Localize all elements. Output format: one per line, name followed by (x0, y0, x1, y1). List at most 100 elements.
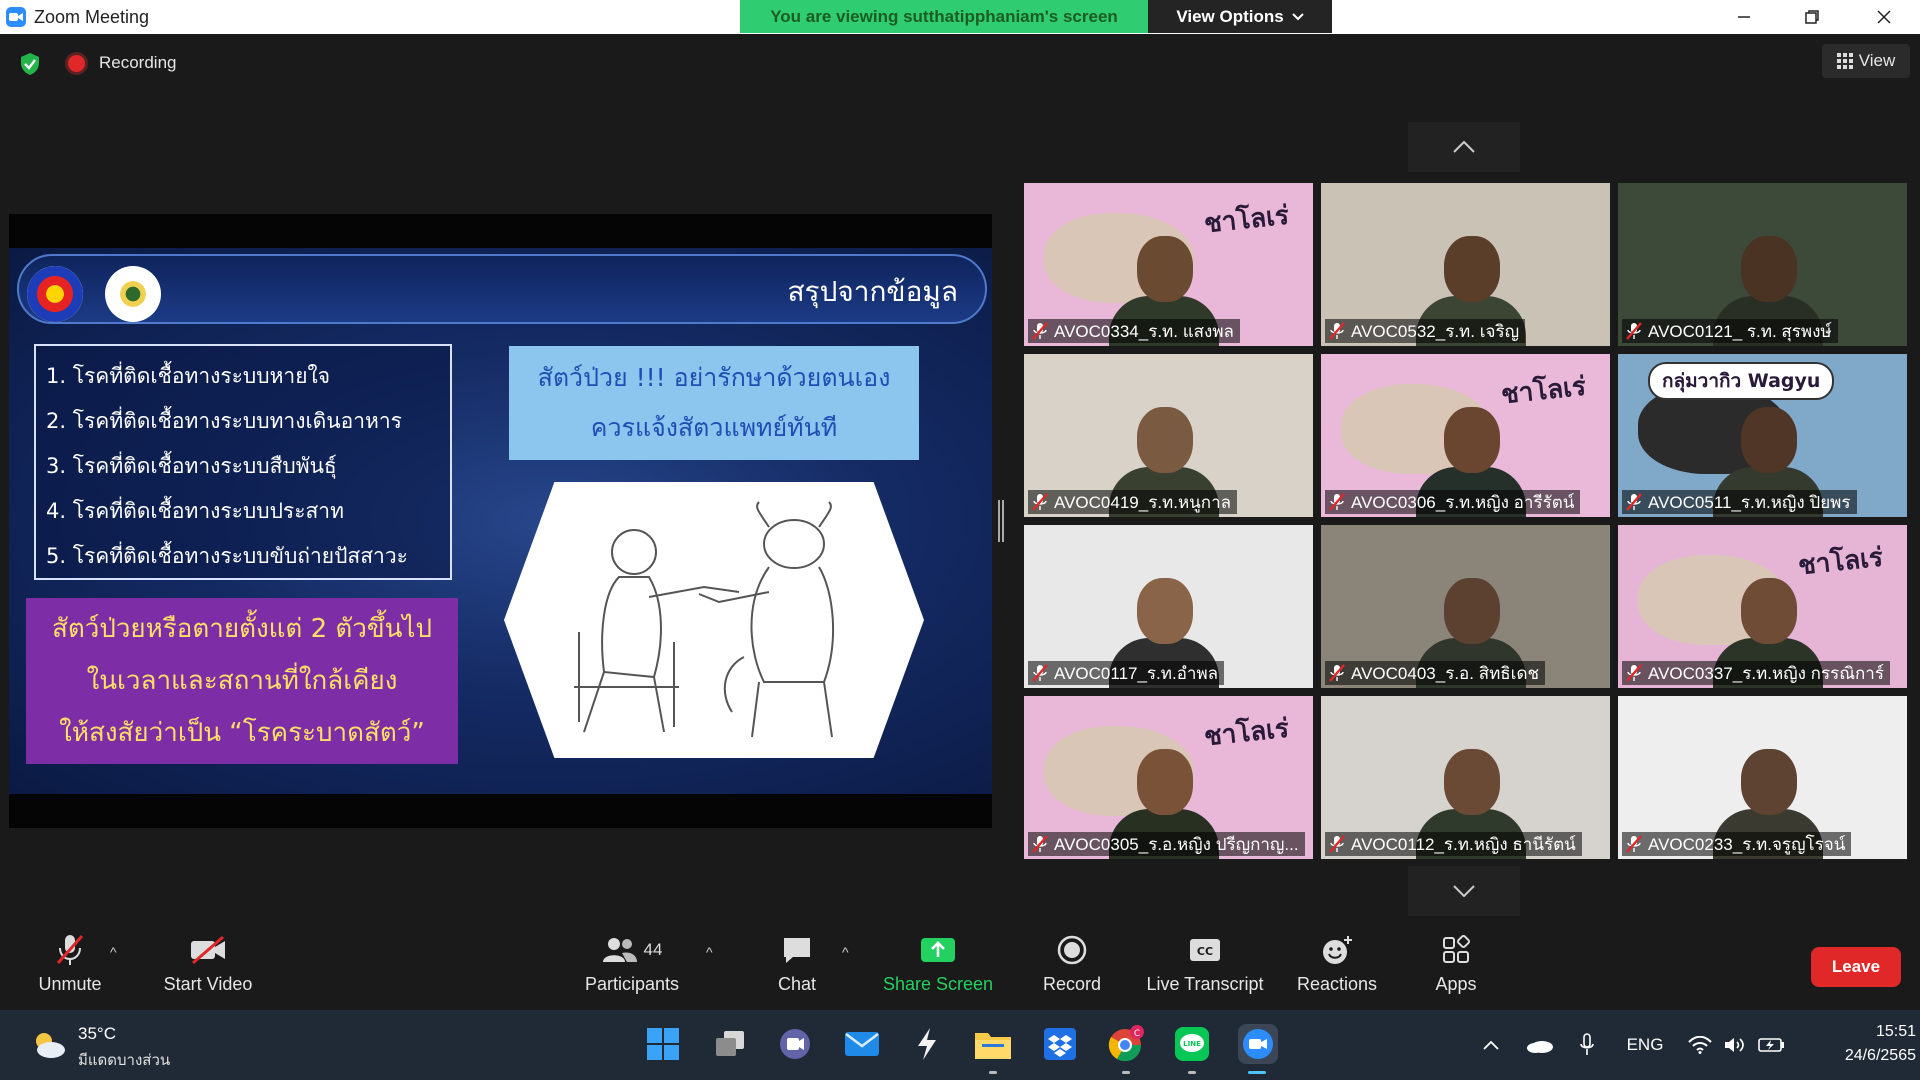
participant-video-tile[interactable]: AVOC0121_ ร.ท. สุรพงษ์ (1618, 183, 1907, 346)
gallery-scroll-down-button[interactable] (1408, 866, 1520, 916)
microphone-in-use-icon[interactable] (1576, 1030, 1598, 1060)
participant-video-tile[interactable]: AVOC0233_ร.ท.จรูญโรจน์ (1618, 696, 1907, 859)
show-hidden-icons-button[interactable] (1478, 1030, 1504, 1060)
participant-name-label: AVOC0337_ร.ท.หญิง กรรณิการ์ (1622, 661, 1890, 685)
warning-line: ในเวลาและสถานที่ใกล้เคียง (86, 666, 398, 696)
participant-name-label: AVOC0419_ร.ท.หนูกาล (1028, 490, 1238, 514)
participant-video-tile[interactable]: ชาโลเร่ AVOC0306_ร.ท.หญิง อารีรัตน์ (1321, 354, 1610, 517)
participants-options-caret-icon[interactable]: ^ (706, 944, 713, 960)
participant-video-tile[interactable]: AVOC0117_ร.ท.อำพล (1024, 525, 1313, 688)
muted-mic-icon (1626, 493, 1642, 511)
participants-count: 44 (643, 940, 663, 959)
teams-chat-icon[interactable] (775, 1024, 815, 1064)
participant-name: AVOC0117_ร.ท.อำพล (1054, 663, 1219, 683)
share-screen-label: Share Screen (882, 974, 994, 994)
input-language[interactable]: ENG (1620, 1030, 1670, 1060)
apps-button[interactable]: Apps (1430, 926, 1482, 1010)
start-video-button[interactable]: Start Video (156, 926, 260, 1010)
participant-video-tile[interactable]: ชาโลเร่ AVOC0334_ร.ท. แสงพล (1024, 183, 1313, 346)
list-item: 5. โรคที่ติดเชื้อทางระบบขับถ่ายปัสสาวะ (46, 544, 408, 568)
view-layout-button[interactable]: View (1822, 44, 1910, 78)
list-item: 2. โรคที่ติดเชื้อทางระบบทางเดินอาหาร (46, 409, 402, 433)
muted-mic-icon (1626, 835, 1642, 853)
record-icon (1057, 935, 1087, 965)
record-button[interactable]: Record (1036, 926, 1108, 1010)
shared-screen[interactable]: สรุปจากข้อมูล 1. โรคที่ติดเชื้อทางระบบหา… (9, 214, 992, 828)
view-options-button[interactable]: View Options (1148, 0, 1332, 33)
meeting-toolbar: Unmute ^ Start Video 44 Participants ^ C… (0, 926, 1920, 1010)
line-app-icon[interactable]: LINE (1172, 1024, 1212, 1064)
share-screen-button[interactable]: Share Screen (880, 926, 996, 1010)
running-indicator (989, 1071, 997, 1074)
participant-name: AVOC0121_ ร.ท. สุรพงษ์ (1648, 321, 1832, 341)
muted-mic-icon (1329, 493, 1345, 511)
chrome-icon[interactable]: C (1106, 1024, 1146, 1064)
virtual-background-caption: กลุ่มวากิว Wagyu (1648, 362, 1835, 400)
encryption-shield-icon[interactable] (18, 52, 42, 76)
start-menu-icon[interactable] (643, 1024, 683, 1064)
participant-name: AVOC0511_ร.ท.หญิง ปิยพร (1648, 492, 1851, 512)
audio-options-caret-icon[interactable]: ^ (110, 944, 117, 960)
list-item: 1. โรคที่ติดเชื้อทางระบบหายใจ (46, 364, 331, 388)
chat-label: Chat (777, 974, 817, 994)
clock-time[interactable]: 15:51 (1852, 1023, 1916, 1041)
gallery-scroll-up-button[interactable] (1408, 122, 1520, 172)
leave-button[interactable]: Leave (1811, 947, 1901, 987)
restore-icon (1805, 10, 1819, 24)
minimize-button[interactable] (1710, 0, 1778, 34)
participant-name-label: AVOC0305_ร.อ.หญิง ปรีญกาญ... (1028, 832, 1305, 856)
department-logo-icon (27, 266, 83, 322)
participant-video-tile[interactable]: AVOC0419_ร.ท.หนูกาล (1024, 354, 1313, 517)
clock-date[interactable]: 24/6/2565 (1796, 1047, 1916, 1065)
recording-label: Recording (99, 53, 177, 72)
muted-mic-icon (1032, 322, 1048, 340)
share-screen-icon (921, 938, 955, 962)
warning-line: ให้สงสัยว่าเป็น “โรคระบาดสัตว์” (59, 718, 425, 748)
wifi-icon[interactable] (1686, 1030, 1714, 1060)
file-explorer-icon[interactable] (973, 1024, 1013, 1064)
participant-video-tile[interactable]: กลุ่มวากิว Wagyu AVOC0511_ร.ท.หญิง ปิยพร (1618, 354, 1907, 517)
apps-label: Apps (1435, 974, 1477, 994)
close-button[interactable] (1850, 0, 1918, 34)
weather-description[interactable]: มีแดดบางส่วน (78, 1048, 170, 1072)
battery-charging-icon[interactable] (1756, 1030, 1788, 1060)
unmute-label: Unmute (38, 974, 102, 994)
running-indicator (1188, 1071, 1196, 1074)
participants-button[interactable]: 44 Participants (580, 926, 684, 1010)
participant-video-tile[interactable]: AVOC0112_ร.ท.หญิง ธานีรัตน์ (1321, 696, 1610, 859)
notice-line: สัตว์ป่วย !!! อย่ารักษาด้วยตนเอง (537, 363, 891, 392)
chat-icon (784, 938, 810, 963)
participant-name-label: AVOC0306_ร.ท.หญิง อารีรัตน์ (1325, 490, 1581, 514)
participant-video-tile[interactable]: AVOC0532_ร.ท. เจริญ (1321, 183, 1610, 346)
weather-temperature[interactable]: 35°C (78, 1024, 116, 1044)
mail-icon[interactable] (842, 1024, 882, 1064)
panel-splitter-handle[interactable] (998, 500, 1004, 542)
participant-video-tile[interactable]: ชาโลเร่ AVOC0337_ร.ท.หญิง กรรณิการ์ (1618, 525, 1907, 688)
slide-title: สรุปจากข้อมูล (787, 275, 958, 308)
warning-line: สัตว์ป่วยหรือตายตั้งแต่ 2 ตัวขึ้นไป (51, 614, 433, 644)
chat-button[interactable]: Chat (772, 926, 822, 1010)
participant-name-label: AVOC0403_ร.อ. สิทธิเดช (1325, 661, 1546, 685)
view-options-label: View Options (1176, 6, 1284, 26)
live-transcript-button[interactable]: CC Live Transcript (1140, 926, 1270, 1010)
dropbox-icon[interactable] (1040, 1024, 1080, 1064)
list-item: 3. โรคที่ติดเชื้อทางระบบสืบพันธุ์ (46, 454, 337, 478)
participant-name-label: AVOC0511_ร.ท.หญิง ปิยพร (1622, 490, 1857, 514)
restore-button[interactable] (1778, 0, 1846, 34)
partly-cloudy-icon[interactable] (30, 1029, 66, 1059)
participant-name-label: AVOC0121_ ร.ท. สุรพงษ์ (1622, 319, 1838, 343)
volume-icon[interactable] (1722, 1030, 1748, 1060)
unmute-button[interactable]: Unmute (28, 926, 112, 1010)
onedrive-icon[interactable] (1524, 1030, 1556, 1060)
participant-name: AVOC0112_ร.ท.หญิง ธานีรัตน์ (1351, 834, 1576, 854)
live-transcript-label: Live Transcript (1146, 974, 1264, 994)
participant-video-tile[interactable]: ชาโลเร่ AVOC0305_ร.อ.หญิง ปรีญกาญ... (1024, 696, 1313, 859)
muted-mic-icon (1032, 835, 1048, 853)
zoom-app-icon[interactable] (1238, 1024, 1278, 1064)
kodi-lightning-icon[interactable] (907, 1024, 947, 1064)
chat-options-caret-icon[interactable]: ^ (842, 944, 849, 960)
participant-video-tile[interactable]: AVOC0403_ร.อ. สิทธิเดช (1321, 525, 1610, 688)
reactions-button[interactable]: Reactions (1289, 926, 1385, 1010)
task-view-icon[interactable] (710, 1024, 750, 1064)
zoom-logo-icon (6, 7, 26, 27)
